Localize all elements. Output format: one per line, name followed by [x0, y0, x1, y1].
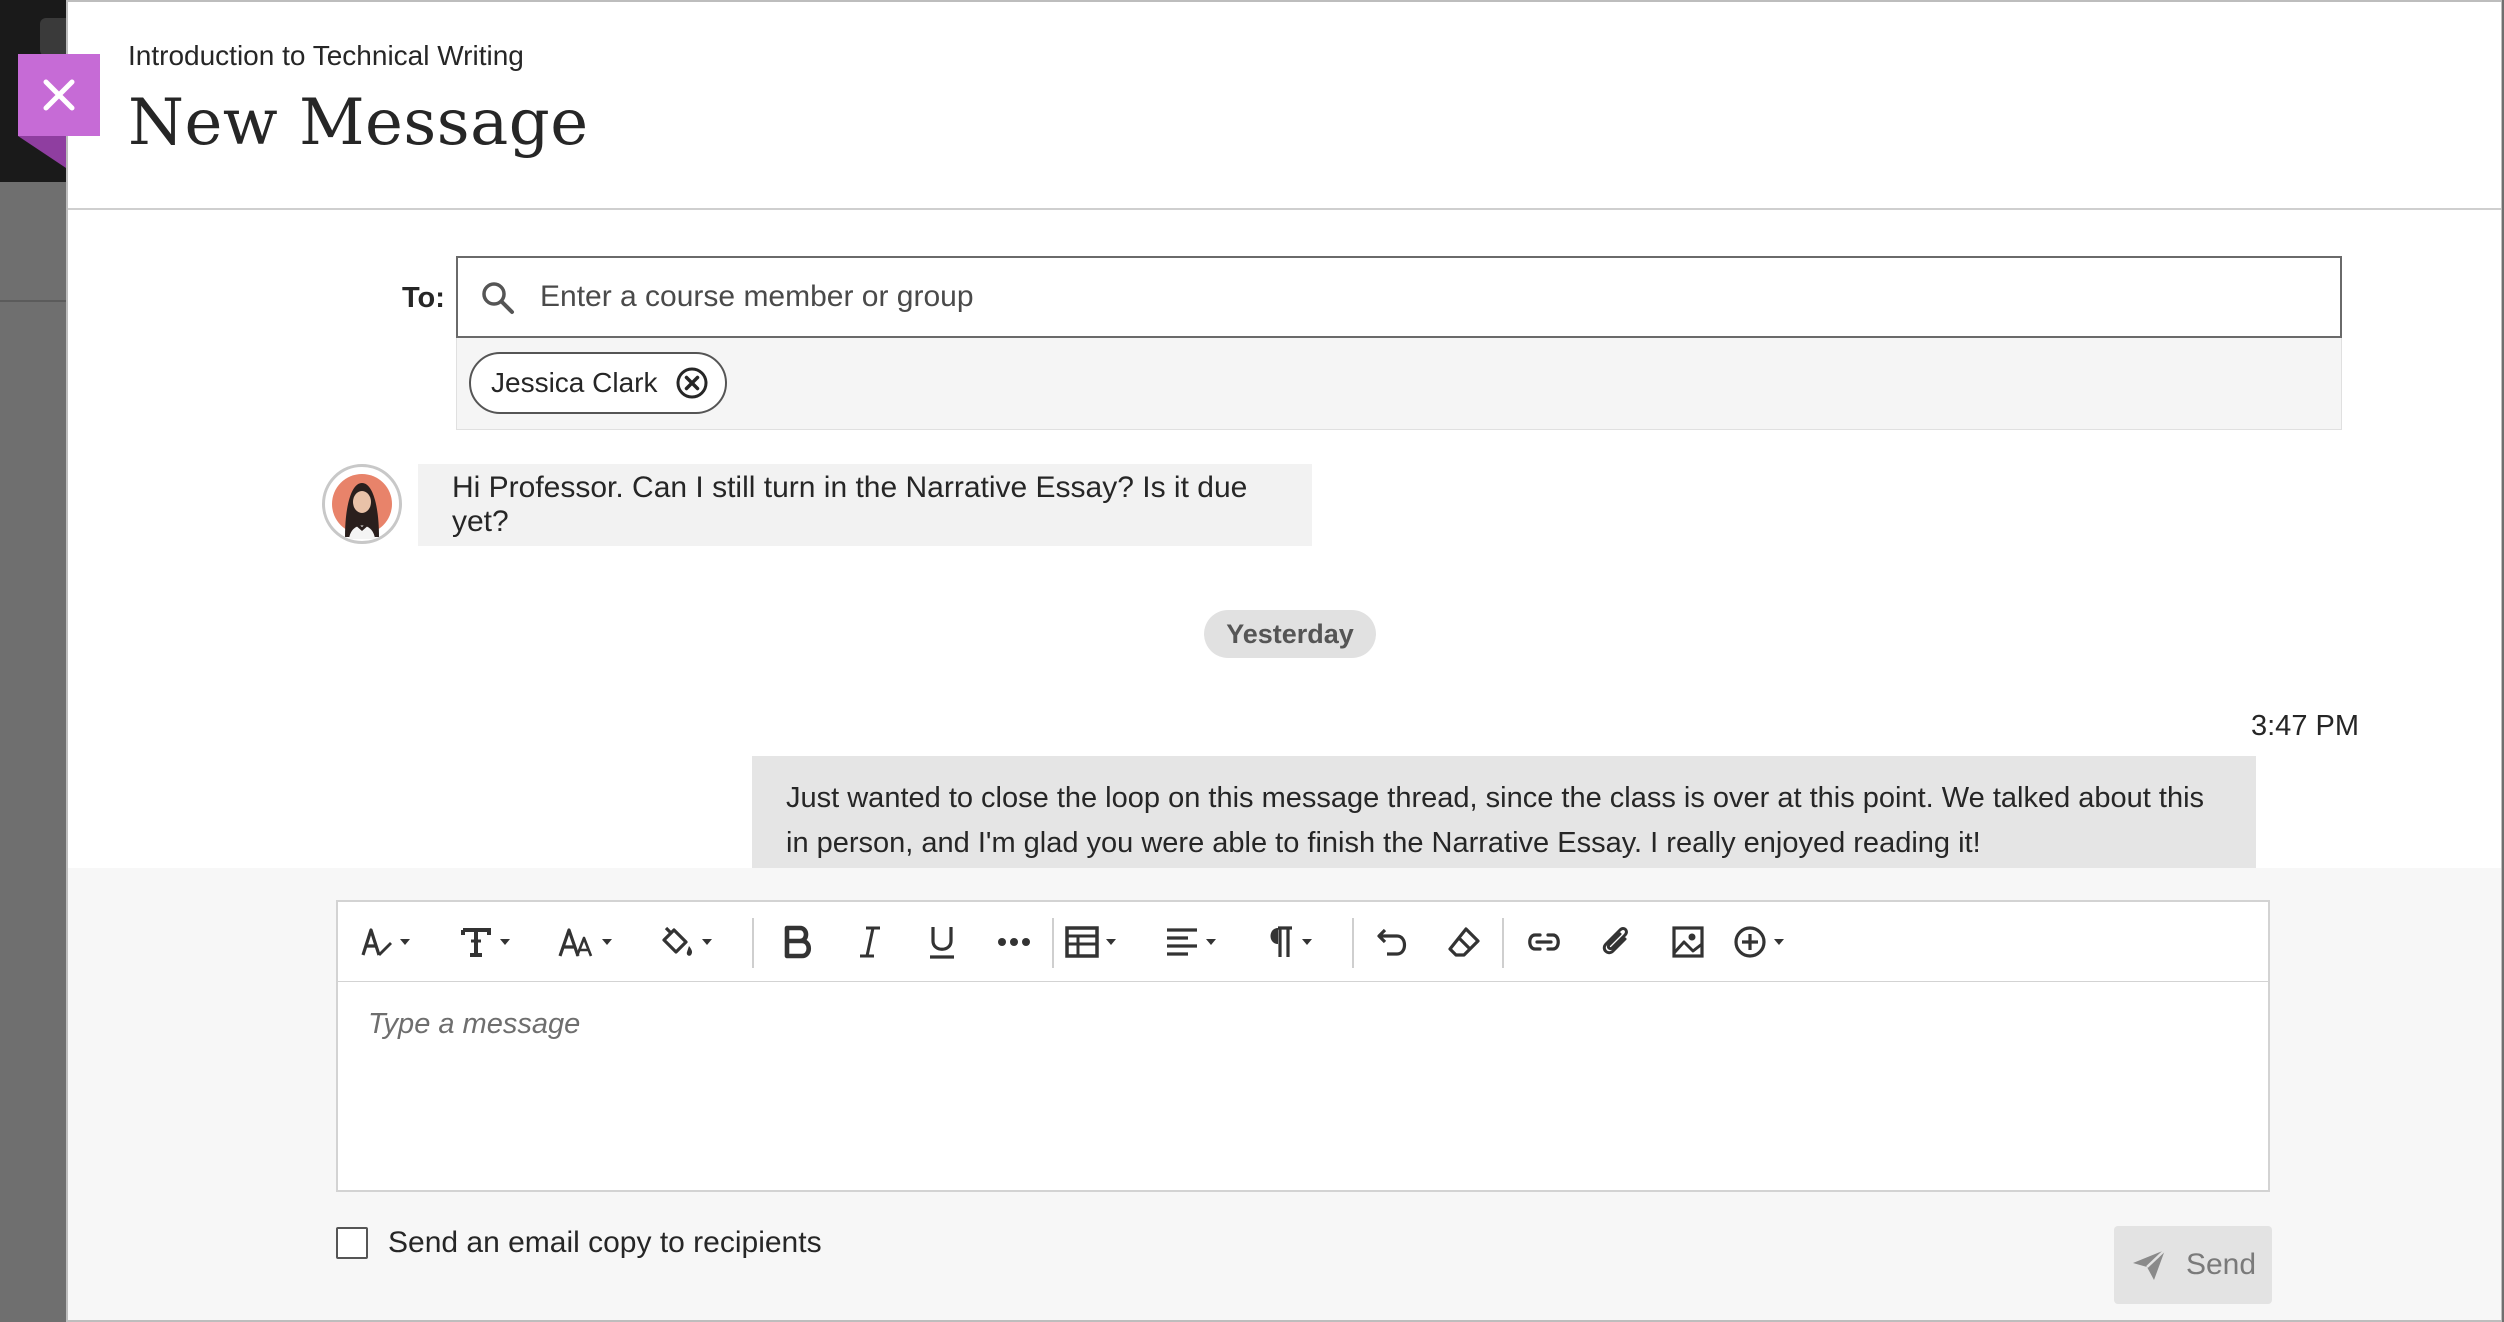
background-divider [0, 300, 70, 302]
eraser-icon [1448, 927, 1480, 957]
editor-toolbar [336, 900, 2270, 982]
font-size-icon [558, 928, 593, 957]
remove-recipient-icon[interactable] [675, 366, 709, 400]
toolbar-divider [1052, 918, 1054, 968]
email-copy-checkbox[interactable] [336, 1227, 368, 1259]
close-icon [43, 79, 75, 111]
add-content-icon [1734, 926, 1766, 958]
course-name: Introduction to Technical Writing [128, 40, 524, 71]
new-message-panel: Introduction to Technical Writing New Me… [66, 0, 2502, 1322]
incoming-message: Hi Professor. Can I still turn in the Na… [418, 464, 1312, 546]
to-label: To: [402, 282, 445, 314]
alignment-button[interactable] [1164, 914, 1216, 970]
paragraph-style-icon [361, 928, 392, 956]
fill-color-icon [662, 926, 693, 956]
send-icon [2132, 1249, 2166, 1280]
recipient-list: Jessica Clark [456, 338, 2342, 430]
close-tab-fold [18, 136, 66, 168]
italic-icon [860, 926, 880, 958]
font-size-button[interactable] [558, 914, 612, 970]
insert-image-button[interactable] [1660, 914, 1716, 970]
bold-button[interactable] [770, 914, 826, 970]
more-icon [998, 938, 1030, 946]
day-separator: Yesterday [1204, 610, 1376, 658]
outgoing-message: Just wanted to close the loop on this me… [752, 756, 2256, 868]
add-content-button[interactable] [1732, 914, 1784, 970]
text-format-icon [461, 928, 491, 957]
attachment-icon [1602, 927, 1628, 955]
message-editor[interactable]: Type a message [336, 982, 2270, 1192]
insert-table-button[interactable] [1064, 914, 1116, 970]
panel-header: Introduction to Technical Writing New Me… [68, 2, 2501, 210]
paragraph-button[interactable] [1264, 914, 1312, 970]
paragraph-icon [1270, 926, 1292, 957]
recipient-name: Jessica Clark [491, 367, 658, 398]
align-icon [1167, 928, 1197, 956]
recipient-chip: Jessica Clark [469, 352, 728, 414]
message-placeholder: Type a message [368, 1008, 581, 1040]
outgoing-message-text: Just wanted to close the loop on this me… [786, 782, 2205, 859]
table-icon [1065, 926, 1099, 958]
recipient-search-input[interactable] [540, 268, 2320, 326]
underline-button[interactable] [914, 914, 970, 970]
message-timestamp: 3:47 PM [2251, 710, 2359, 742]
recipient-search-box[interactable] [456, 256, 2342, 338]
user-avatar-icon [332, 474, 392, 539]
more-formatting-button[interactable] [986, 914, 1042, 970]
search-icon [482, 282, 514, 314]
toolbar-divider [1352, 918, 1354, 968]
toolbar-divider [752, 918, 754, 968]
message-composer: Type a message Send an email copy to rec… [68, 868, 2501, 1320]
underline-icon [930, 927, 954, 959]
clear-formatting-button[interactable] [1436, 914, 1492, 970]
paragraph-style-button[interactable] [358, 914, 410, 970]
avatar [322, 464, 402, 544]
send-label: Send [2185, 1248, 2257, 1281]
incoming-message-text: Hi Professor. Can I still turn in the Na… [452, 471, 1248, 538]
text-format-button[interactable] [458, 914, 510, 970]
fill-color-button[interactable] [658, 914, 712, 970]
italic-button[interactable] [842, 914, 898, 970]
undo-button[interactable] [1364, 914, 1420, 970]
close-panel-button[interactable] [18, 54, 100, 136]
undo-icon [1377, 928, 1407, 956]
insert-link-button[interactable] [1516, 914, 1572, 970]
send-button[interactable]: Send [2114, 1226, 2272, 1304]
email-copy-option[interactable]: Send an email copy to recipients [336, 1226, 822, 1260]
bold-icon [784, 925, 812, 959]
email-copy-label: Send an email copy to recipients [388, 1226, 822, 1259]
attach-file-button[interactable] [1588, 914, 1644, 970]
toolbar-divider [1502, 918, 1504, 968]
link-icon [1528, 933, 1560, 951]
image-icon [1672, 926, 1704, 958]
page-title: New Message [128, 86, 589, 160]
